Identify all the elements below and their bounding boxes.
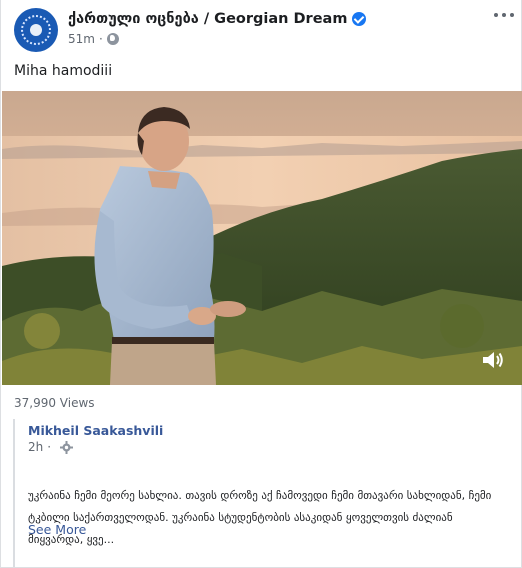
- verified-badge-icon: [352, 12, 367, 26]
- see-more-link[interactable]: See More: [28, 522, 86, 537]
- shared-post: Mikheil Saakashvili 2h · უკრაინა ჩემი მე…: [13, 419, 511, 567]
- video-player[interactable]: [2, 91, 522, 385]
- more-dot: [494, 13, 498, 17]
- shared-author-link[interactable]: Mikheil Saakashvili: [28, 423, 163, 438]
- shared-post-text: უკრაინა ჩემი მეორე სახლია. თავის დროზე ა…: [28, 489, 492, 546]
- more-dot: [510, 13, 514, 17]
- avatar-logo-ring: [21, 15, 51, 45]
- view-count: 37,990 Views: [14, 396, 95, 410]
- facebook-post: ქართული ოცნება / Georgian Dream 51m · Mi…: [0, 0, 522, 568]
- meta-separator: ·: [47, 440, 52, 454]
- video-frame: [2, 91, 522, 385]
- more-dot: [502, 13, 506, 17]
- volume-icon[interactable]: [481, 349, 505, 371]
- avatar-logo-core: [30, 24, 42, 36]
- post-meta: 51m ·: [68, 32, 119, 46]
- shared-post-meta: 2h ·: [28, 440, 74, 454]
- post-timestamp[interactable]: 51m: [68, 32, 95, 46]
- globe-icon[interactable]: [106, 33, 119, 45]
- post-caption: Miha hamodiii: [14, 63, 113, 79]
- page-name-row: ქართული ოცნება / Georgian Dream: [68, 11, 367, 27]
- shared-timestamp[interactable]: 2h: [28, 440, 43, 454]
- post-header: ქართული ოცნება / Georgian Dream 51m ·: [14, 8, 514, 52]
- gear-icon[interactable]: [60, 440, 74, 454]
- page-name-link[interactable]: ქართული ოცნება / Georgian Dream: [68, 11, 347, 27]
- page-avatar[interactable]: [14, 8, 58, 52]
- more-options-icon[interactable]: [494, 8, 514, 22]
- meta-separator: ·: [98, 32, 103, 46]
